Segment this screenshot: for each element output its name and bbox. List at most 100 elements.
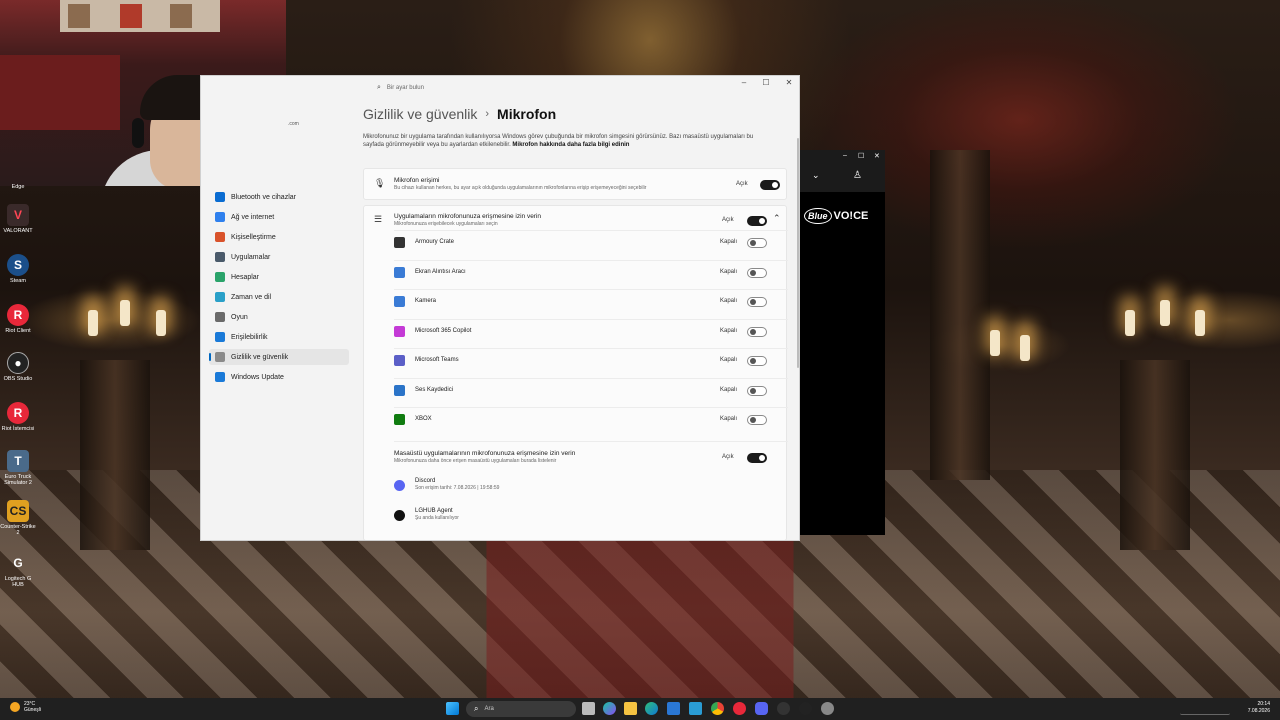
close-icon[interactable]: ✕ — [874, 152, 880, 160]
desktop-icon-euro-truck[interactable]: T Euro Truck Simulator 2 — [0, 450, 36, 486]
lghub-icon[interactable] — [777, 702, 790, 715]
webcam-shelf — [0, 55, 120, 130]
mic-access-card: 🎙︎ Mikrofon erişimi Bu cihazı kullanan h… — [363, 168, 787, 200]
maximize-icon[interactable]: ☐ — [858, 152, 864, 160]
taskbar-clock[interactable]: 20:14 7.08.2026 — [1248, 701, 1270, 715]
app-toggle[interactable] — [747, 326, 767, 337]
chrome-icon[interactable] — [711, 702, 724, 715]
app-toggle[interactable] — [747, 267, 767, 278]
wallpaper-candle — [1195, 310, 1205, 336]
minimize-icon[interactable]: – — [843, 152, 847, 159]
apps-access-toggle[interactable] — [747, 216, 767, 226]
app-name: XBOX — [415, 416, 432, 422]
mic-access-state: Açık — [736, 181, 748, 187]
desktop-icon-edge[interactable]: Edge — [0, 184, 36, 190]
app-toggle[interactable] — [747, 385, 767, 396]
sidebar-item[interactable]: Ağ ve internet — [209, 209, 349, 225]
sidebar-item[interactable]: Hesaplar — [209, 269, 349, 285]
wallpaper-candle — [1125, 310, 1135, 336]
sidebar-item[interactable]: Uygulamalar — [209, 249, 349, 265]
search-placeholder: Bir ayar bulun — [386, 85, 424, 91]
steam-icon: S — [7, 254, 29, 276]
sidebar-item[interactable]: Erişilebilirlik — [209, 329, 349, 345]
desktop-icon-logitech[interactable]: G Logitech G HUB — [0, 552, 36, 588]
wallpaper-pillar — [930, 150, 990, 480]
weather-text: Güneşli — [24, 707, 41, 713]
sidebar-item-label: Oyun — [231, 313, 248, 321]
logitech-g-icon[interactable] — [799, 702, 812, 715]
file-explorer-icon[interactable] — [624, 702, 637, 715]
mic-access-subtitle: Bu cihazı kullanan herkes, bu ayar açık … — [394, 185, 647, 191]
app-state: Kapalı — [720, 239, 738, 245]
task-view-icon[interactable] — [582, 702, 595, 715]
settings-icon[interactable] — [821, 702, 834, 715]
desktop-icon-label: Riot Client — [5, 328, 31, 334]
scrollbar[interactable] — [797, 138, 799, 368]
weather-widget[interactable]: 23°C Güneşli — [10, 701, 41, 713]
sidebar-item[interactable]: Windows Update — [209, 369, 349, 385]
app-state: Kapalı — [720, 357, 738, 363]
desktop-icon-valorant[interactable]: V VALORANT — [0, 204, 36, 234]
list-icon: ☰ — [374, 214, 383, 224]
app-icon — [394, 237, 405, 248]
app-name: Ses Kaydedici — [415, 386, 454, 393]
account-email: .com — [288, 121, 299, 127]
desktop-icon-cs2[interactable]: CS Counter-Strike 2 — [0, 500, 36, 536]
divider — [394, 289, 788, 290]
app-toggle[interactable] — [747, 356, 767, 366]
sidebar-item[interactable]: Gizlilik ve güvenlik — [209, 349, 349, 365]
wallpaper-candle — [1160, 300, 1170, 326]
desktop-icon-riot-client[interactable]: R Riot Client — [0, 304, 36, 334]
sidebar-item[interactable]: Zaman ve dil — [209, 289, 349, 305]
desktop-apps-access-subtitle: Mikrofonunuza daha önce erişen masaüstü … — [394, 458, 557, 464]
sidebar-item-label: Erişilebilirlik — [231, 333, 268, 341]
desktop-icon-obs[interactable]: ● OBS Studio — [0, 352, 36, 382]
app-toggle[interactable] — [747, 297, 767, 307]
desktop-icon-steam[interactable]: S Steam — [0, 254, 36, 284]
app-icon — [394, 384, 405, 396]
sidebar-item-label: Uygulamalar — [231, 253, 271, 261]
app-name: Kamera — [415, 298, 437, 304]
user-icon[interactable]: ♙ — [853, 170, 862, 181]
edge-icon[interactable] — [645, 702, 658, 715]
app-name: Ekran Alıntısı Aracı — [415, 268, 466, 275]
desktop-icon-riot-istemcisi[interactable]: R Riot İstemcisi — [0, 402, 36, 432]
photos-icon[interactable] — [689, 702, 702, 715]
desktop-app-name: LGHUB Agent — [415, 508, 453, 514]
desktop-app-row: Discord Son erişim tarihi: 7.08.2026 | 19… — [415, 478, 499, 491]
close-button[interactable]: ✕ — [778, 78, 799, 87]
settings-search-box[interactable]: ⌕ Bir ayar bulun — [371, 81, 631, 95]
divider — [394, 441, 788, 442]
app-toggle[interactable] — [747, 415, 767, 425]
discord-icon[interactable] — [755, 702, 768, 715]
wallpaper-candle — [1020, 335, 1030, 361]
app-icon — [394, 266, 405, 278]
maximize-button[interactable]: ☐ — [755, 78, 777, 87]
sidebar-item[interactable]: Bluetooth ve cihazlar — [209, 189, 349, 205]
copilot-icon[interactable] — [603, 702, 616, 715]
app-icon — [394, 355, 405, 366]
taskbar-search[interactable]: ⌕ Ara — [466, 701, 576, 717]
learn-more-link[interactable]: Mikrofon hakkında daha fazla bilgi edini… — [512, 142, 629, 148]
riot-client-icon[interactable] — [733, 702, 746, 715]
mic-access-toggle[interactable] — [760, 180, 780, 190]
breadcrumb-parent[interactable]: Gizlilik ve güvenlik — [363, 106, 477, 122]
sidebar-item[interactable]: Oyun — [209, 309, 349, 325]
store-icon[interactable] — [667, 702, 680, 715]
taskbar-search-placeholder: Ara — [484, 706, 494, 712]
sidebar-item[interactable]: Kişiselleştirme — [209, 229, 349, 245]
chevron-up-icon[interactable]: ⌃ — [773, 213, 781, 224]
divider — [394, 318, 788, 320]
search-icon: ⌕ — [474, 704, 479, 713]
sidebar-item-icon — [215, 292, 225, 302]
blue-voice-header: – ☐ ✕ ⌄ ♙ — [800, 150, 885, 192]
tray-icons[interactable] — [1180, 702, 1230, 715]
chevron-down-icon[interactable]: ⌄ — [812, 170, 820, 181]
voice-product-text: VO!CE — [833, 210, 869, 222]
desktop-apps-access-toggle[interactable] — [747, 453, 767, 463]
settings-content: Gizlilik ve güvenlik › Mikrofon Mikrofon… — [363, 98, 799, 540]
windows-start-icon[interactable] — [446, 702, 459, 715]
minimize-button[interactable]: – — [733, 78, 755, 87]
app-toggle[interactable] — [747, 238, 767, 248]
riot-client-icon: R — [7, 304, 29, 326]
